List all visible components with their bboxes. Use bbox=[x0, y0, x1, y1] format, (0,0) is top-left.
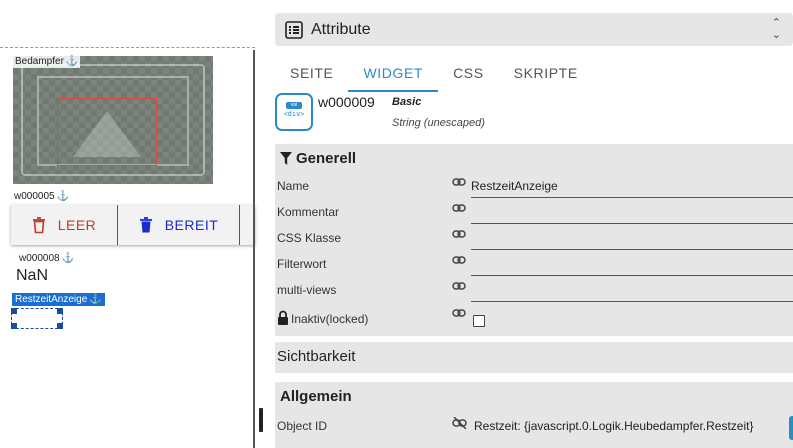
attr-row-inaktiv: Inaktiv(locked) bbox=[275, 304, 793, 334]
selected-widget-label[interactable]: RestzeitAnzeige ⚓ bbox=[12, 293, 105, 306]
editor-canvas[interactable]: Bedampfer ⚓ w000005 ⚓ LEER BEREIT w000008 ⚓… bbox=[0, 0, 255, 448]
attr-row-filterwort: Filterwort bbox=[275, 250, 793, 276]
link-icon[interactable] bbox=[452, 228, 466, 242]
widget-image-bedampfer[interactable] bbox=[13, 56, 213, 184]
expand-collapse-icon[interactable]: ⌃ ⌄ bbox=[772, 17, 781, 41]
object-id-field[interactable]: Restzeit: {javascript.0.Logik.Heubedampf… bbox=[474, 419, 753, 433]
leer-button[interactable]: LEER bbox=[11, 205, 118, 245]
filter-icon bbox=[280, 151, 292, 165]
group-allgemein-body: Object ID Restzeit: {javascript.0.Logik.… bbox=[275, 410, 793, 448]
attribute-header[interactable]: Attribute ⌃ ⌄ bbox=[275, 13, 793, 46]
attr-row-kommentar: Kommentar bbox=[275, 198, 793, 224]
group-allgemein-header[interactable]: Allgemein bbox=[275, 382, 793, 410]
attr-row-css-klasse: CSS Klasse bbox=[275, 224, 793, 250]
resize-handle[interactable] bbox=[11, 308, 17, 314]
canvas-right-border bbox=[253, 50, 255, 448]
link-icon[interactable] bbox=[452, 280, 466, 294]
widget-set: Basic bbox=[392, 96, 422, 108]
tab-css[interactable]: CSS bbox=[438, 58, 499, 92]
widget-label-bedampfer[interactable]: Bedampfer ⚓ bbox=[13, 56, 81, 68]
bereit-button[interactable]: BEREIT bbox=[118, 205, 240, 245]
attr-row-name: Name RestzeitAnzeige bbox=[275, 172, 793, 198]
camera-highlight-box bbox=[57, 98, 157, 166]
link-icon[interactable] bbox=[452, 176, 466, 190]
trash-icon bbox=[139, 216, 152, 232]
anchor-icon: ⚓ bbox=[61, 253, 75, 264]
button-group: LEER BEREIT bbox=[11, 205, 255, 245]
anchor-icon: ⚓ bbox=[65, 56, 79, 67]
widget-label-w000005[interactable]: w000005 ⚓ bbox=[12, 191, 72, 203]
name-field[interactable]: RestzeitAnzeige bbox=[471, 179, 558, 193]
widget-id: w000009 bbox=[318, 94, 375, 110]
resize-handle[interactable] bbox=[57, 323, 63, 329]
tab-widget[interactable]: WIDGET bbox=[348, 58, 439, 92]
tab-seite[interactable]: SEITE bbox=[275, 58, 348, 92]
link-icon[interactable] bbox=[452, 307, 466, 321]
canvas-top-border bbox=[0, 47, 255, 48]
link-icon[interactable] bbox=[452, 254, 466, 268]
link-icon[interactable] bbox=[452, 202, 466, 216]
tab-skripte[interactable]: SKRIPTE bbox=[499, 58, 593, 92]
widget-type: String (unescaped) bbox=[392, 117, 485, 129]
attr-row-multi-views: multi-views bbox=[275, 276, 793, 302]
group-generell-body: Name RestzeitAnzeige Kommentar CSS Klass… bbox=[275, 172, 793, 336]
panel-resize-grip[interactable] bbox=[259, 408, 263, 432]
link-off-icon[interactable] bbox=[452, 416, 468, 432]
widget-type-icon: val <div> bbox=[275, 93, 313, 131]
lock-icon bbox=[278, 310, 288, 325]
anchor-icon: ⚓ bbox=[89, 294, 102, 305]
tab-bar: SEITE WIDGET CSS SKRIPTE bbox=[275, 58, 593, 92]
anchor-icon: ⚓ bbox=[56, 191, 70, 202]
trash-icon bbox=[32, 216, 45, 233]
resize-handle[interactable] bbox=[11, 323, 17, 329]
attr-row-object-id: Object ID Restzeit: {javascript.0.Logik.… bbox=[277, 416, 754, 433]
panel-title: Attribute bbox=[311, 20, 371, 38]
inaktiv-checkbox[interactable] bbox=[473, 315, 485, 327]
nan-value-text: NaN bbox=[16, 267, 49, 284]
group-generell-header[interactable]: Generell bbox=[275, 144, 793, 172]
object-id-select-button[interactable] bbox=[789, 416, 793, 440]
selected-widget-box[interactable] bbox=[11, 308, 63, 329]
resize-handle[interactable] bbox=[57, 308, 63, 314]
attribute-panel: Attribute ⌃ ⌄ SEITE WIDGET CSS SKRIPTE va… bbox=[271, 0, 793, 448]
list-icon bbox=[285, 20, 303, 39]
widget-label-w000008[interactable]: w000008 ⚓ bbox=[17, 253, 77, 265]
group-sichtbarkeit-header[interactable]: Sichtbarkeit bbox=[275, 342, 793, 373]
